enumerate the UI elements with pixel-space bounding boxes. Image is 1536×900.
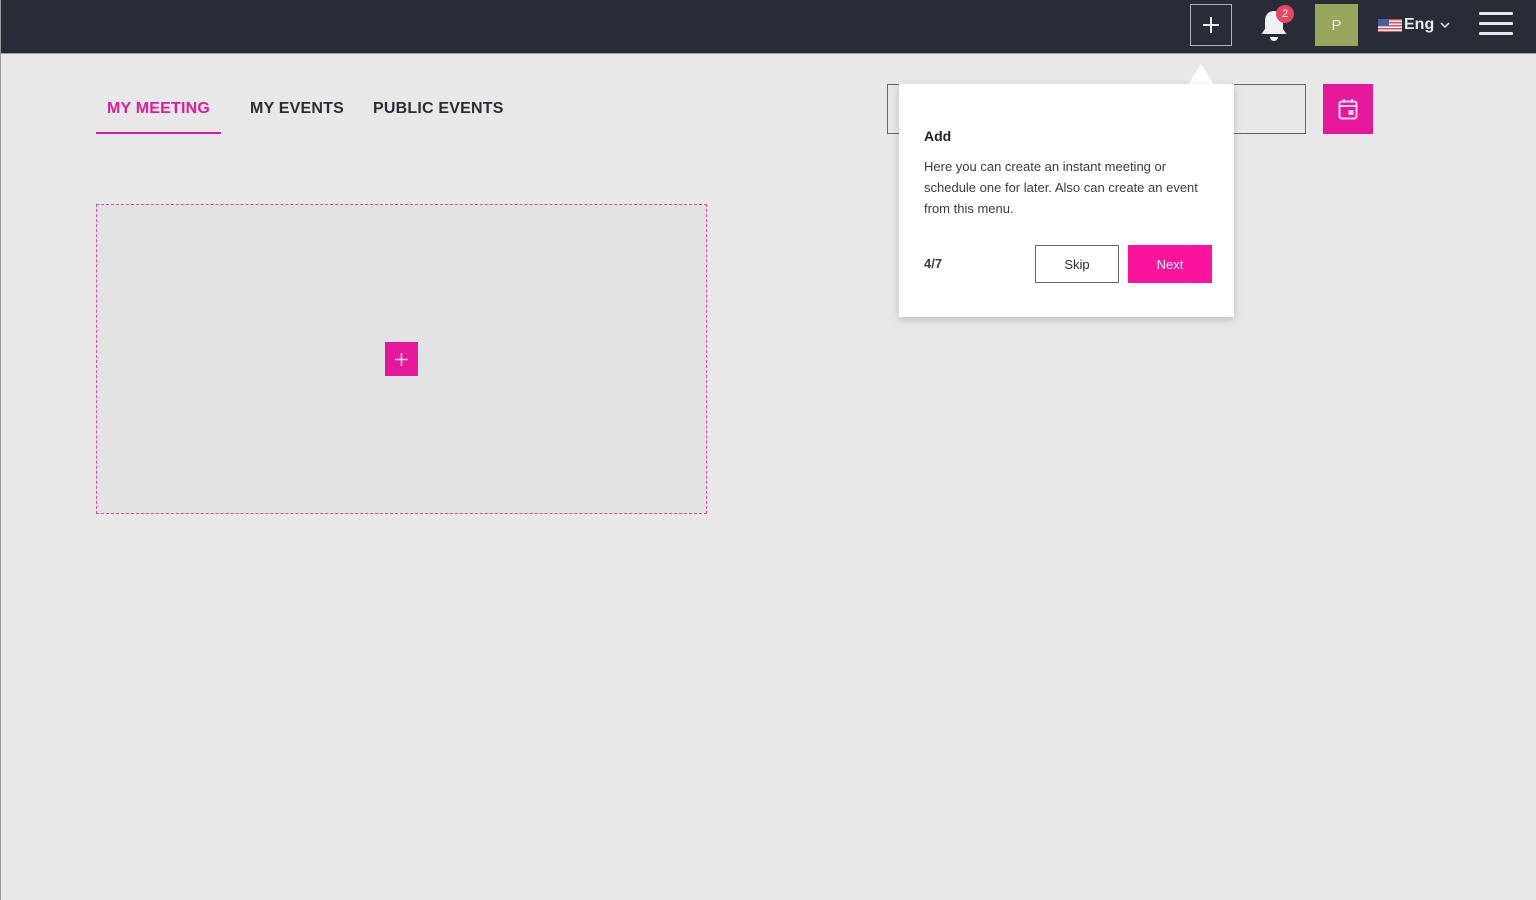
onboarding-tour-popover: Add Here you can create an instant meeti… bbox=[899, 84, 1234, 317]
add-button[interactable] bbox=[1190, 4, 1232, 46]
hamburger-menu-icon[interactable] bbox=[1479, 12, 1513, 38]
tab-my-events[interactable]: MY EVENTS bbox=[239, 96, 355, 134]
chevron-down-icon bbox=[1440, 22, 1450, 29]
tab-public-events[interactable]: PUBLIC EVENTS bbox=[362, 96, 515, 134]
tour-pointer-arrow bbox=[1188, 64, 1214, 85]
language-label: Eng bbox=[1404, 16, 1435, 33]
tour-description: Here you can create an instant meeting o… bbox=[924, 159, 1198, 216]
language-selector[interactable]: Eng bbox=[1378, 14, 1450, 36]
tab-bar: MY MEETING MY EVENTS PUBLIC EVENTS bbox=[96, 96, 515, 136]
tour-title: Add bbox=[924, 128, 952, 144]
calendar-icon bbox=[1338, 99, 1358, 120]
plus-icon bbox=[395, 352, 408, 366]
skip-button[interactable]: Skip bbox=[1035, 245, 1119, 283]
top-navigation-bar: 2 P Eng bbox=[1, 0, 1536, 54]
next-button[interactable]: Next bbox=[1128, 245, 1212, 283]
us-flag-icon bbox=[1378, 18, 1402, 32]
tab-my-meeting[interactable]: MY MEETING bbox=[96, 96, 222, 134]
calendar-button[interactable] bbox=[1323, 84, 1373, 134]
add-meeting-button[interactable] bbox=[385, 342, 418, 376]
notification-count-badge: 2 bbox=[1276, 5, 1294, 23]
plus-icon bbox=[1203, 17, 1219, 33]
user-avatar[interactable]: P bbox=[1315, 4, 1358, 46]
tour-step-counter: 4/7 bbox=[924, 256, 943, 271]
